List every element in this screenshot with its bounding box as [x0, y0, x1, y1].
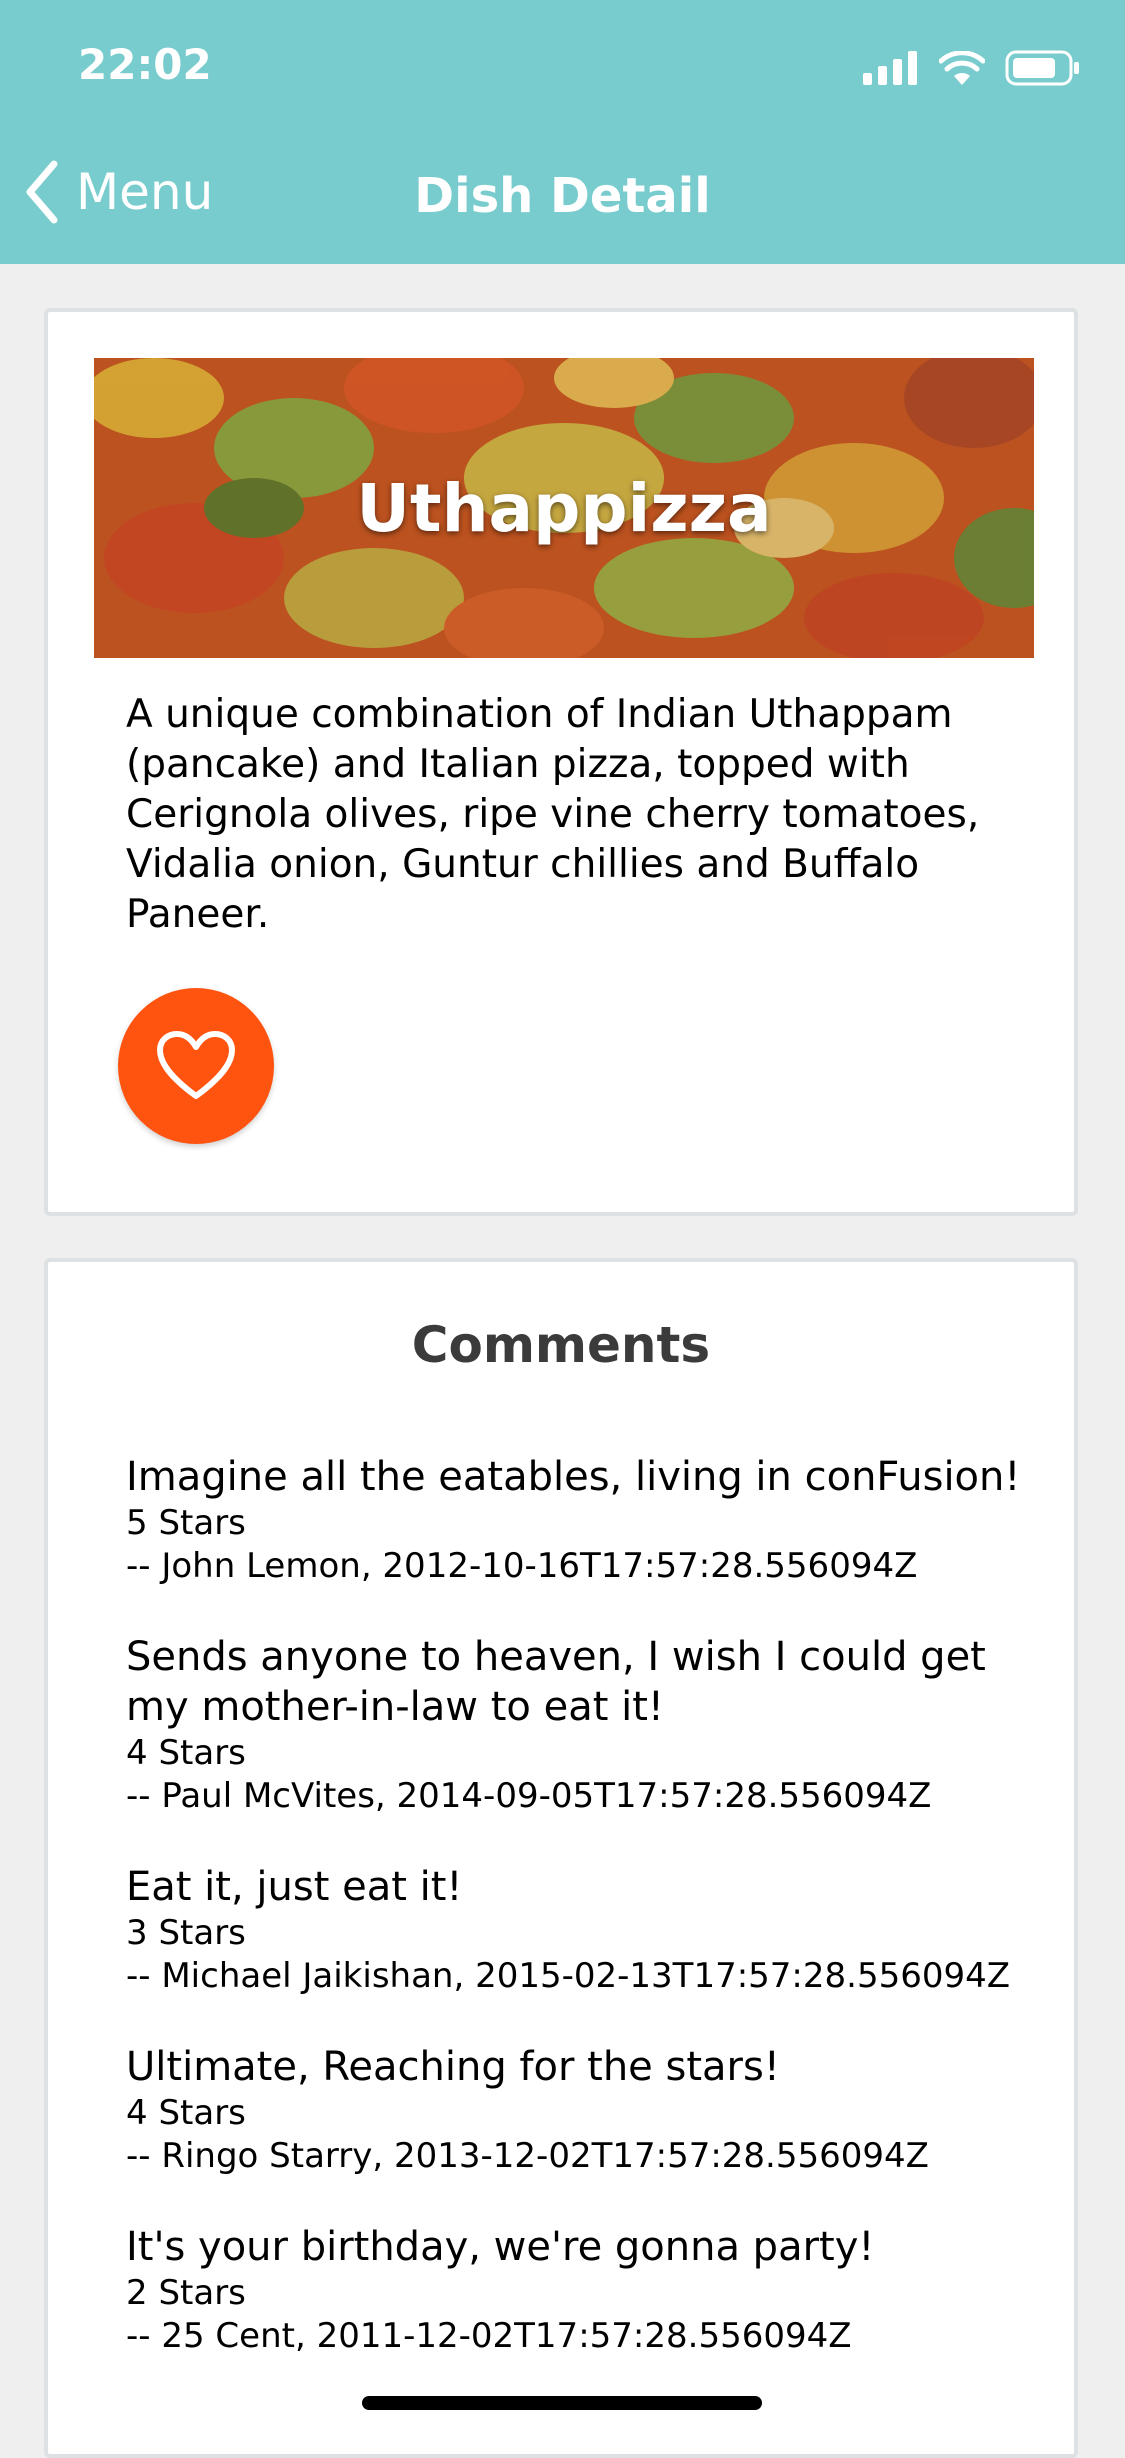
dish-image: Uthappizza — [94, 358, 1034, 658]
comment-text: Imagine all the eatables, living in conF… — [126, 1454, 1021, 1500]
comment-item: It's your birthday, we're gonna party! 2… — [126, 2222, 1026, 2358]
comment-author-date: -- Ringo Starry, 2013-12-02T17:57:28.556… — [126, 2136, 929, 2176]
header-bar: 22:02 Menu Dish Detail — [0, 0, 1125, 264]
status-icons — [863, 46, 1081, 90]
comments-title: Comments — [411, 1316, 711, 1374]
comment-rating: 4 Stars — [126, 1733, 246, 1773]
comment-text: Eat it, just eat it! — [126, 1864, 463, 1910]
cellular-signal-icon — [863, 51, 917, 85]
heart-outline-icon — [157, 1031, 235, 1099]
page-title: Dish Detail — [414, 168, 711, 224]
comment-rating: 3 Stars — [126, 1913, 246, 1953]
dish-description: A unique combination of Indian Uthappam … — [126, 692, 980, 937]
comment-text: Sends anyone to heaven, I wish I could g… — [126, 1634, 986, 1730]
comment-item: Imagine all the eatables, living in conF… — [126, 1452, 1026, 1588]
comment-item: Ultimate, Reaching for the stars! 4 Star… — [126, 2042, 1026, 2178]
home-indicator[interactable] — [362, 2396, 762, 2410]
comment-author-date: -- 25 Cent, 2011-12-02T17:57:28.556094Z — [126, 2316, 852, 2356]
comments-card: Comments Imagine all the eatables, livin… — [44, 1258, 1078, 2458]
status-time: 22:02 — [78, 40, 212, 89]
comment-author-date: -- John Lemon, 2012-10-16T17:57:28.55609… — [126, 1546, 918, 1586]
comment-rating: 2 Stars — [126, 2273, 246, 2313]
comment-item: Sends anyone to heaven, I wish I could g… — [126, 1632, 1026, 1818]
comment-author-date: -- Michael Jaikishan, 2015-02-13T17:57:2… — [126, 1956, 1011, 1996]
comment-rating: 5 Stars — [126, 1503, 246, 1543]
dish-name: Uthappizza — [356, 469, 772, 547]
comment-item: Eat it, just eat it! 3 Stars -- Michael … — [126, 1862, 1026, 1998]
wifi-icon — [939, 51, 985, 85]
dish-card: Uthappizza A unique combination of India… — [44, 308, 1078, 1216]
comments-list: Imagine all the eatables, living in conF… — [126, 1452, 1026, 2402]
comment-author-date: -- Paul McVites, 2014-09-05T17:57:28.556… — [126, 1776, 932, 1816]
comment-rating: 4 Stars — [126, 2093, 246, 2133]
favorite-button[interactable] — [118, 988, 274, 1144]
battery-icon — [1005, 50, 1079, 86]
comment-text: Ultimate, Reaching for the stars! — [126, 2044, 780, 2090]
comment-text: It's your birthday, we're gonna party! — [126, 2224, 875, 2270]
